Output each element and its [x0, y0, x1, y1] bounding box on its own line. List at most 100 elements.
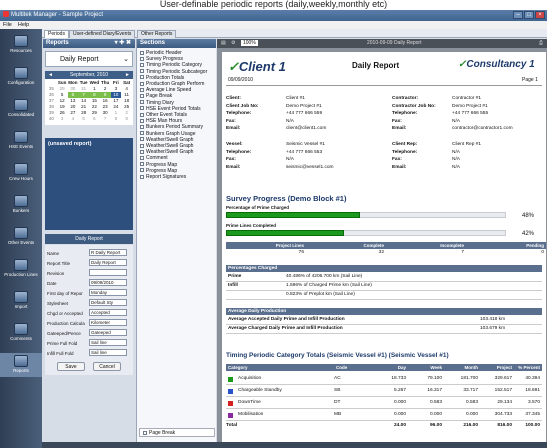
section-label: Weather/Swell Graph [146, 149, 194, 156]
nav-label: Configuration [7, 80, 35, 85]
section-item[interactable]: Weather/Swell Graph [140, 149, 193, 155]
nav-item-6[interactable]: Other Events [0, 225, 42, 249]
nav-item-2[interactable]: Consolidated [0, 97, 42, 121]
section-label: Periodic Header [146, 50, 182, 56]
calendar-day[interactable]: 7 [100, 116, 111, 122]
section-item[interactable]: Page Break [140, 93, 172, 99]
property-value[interactable] [89, 269, 127, 276]
tab-other-reports[interactable]: Other Reports [137, 30, 177, 38]
property-value[interactable]: Gateeped [89, 329, 127, 336]
property-value[interactable]: Daily Report [89, 259, 127, 266]
property-value[interactable]: Sail line [89, 349, 127, 356]
info-label: Client Job No: [226, 103, 259, 109]
nav-item-10[interactable]: Reports [0, 353, 42, 377]
save-button[interactable]: Save [57, 362, 85, 371]
section-item[interactable]: Timing Diary [140, 100, 174, 106]
calendar-day[interactable]: 6 [89, 116, 100, 122]
page-number: Page 1 [522, 77, 538, 83]
nav-item-0[interactable]: Resources [0, 33, 42, 57]
section-checkbox[interactable] [140, 106, 144, 111]
maximize-icon[interactable]: □ [524, 11, 534, 19]
info-label: Email: [226, 126, 241, 131]
next-month-icon[interactable]: ► [125, 71, 130, 79]
section-checkbox[interactable] [140, 149, 144, 154]
calendar-day[interactable]: 5 [78, 116, 89, 122]
section-item[interactable]: Bunkers Graph Usage [140, 131, 195, 137]
nav-item-3[interactable]: HSE Events [0, 129, 42, 153]
minimize-icon[interactable]: – [513, 11, 523, 19]
property-value[interactable]: Accepted [89, 309, 127, 316]
section-item[interactable]: Comment [140, 155, 168, 161]
section-checkbox[interactable] [140, 50, 144, 55]
section-checkbox[interactable] [140, 118, 144, 123]
prev-month-icon[interactable]: ◄ [48, 71, 53, 79]
section-checkbox[interactable] [140, 174, 144, 179]
section-item[interactable]: Production Totals [140, 75, 184, 81]
nav-item-1[interactable]: Configuration [0, 65, 42, 89]
section-item[interactable]: Production Graph Perform [140, 81, 204, 87]
report-selector[interactable]: Daily Report ⌄ [45, 51, 133, 67]
section-checkbox[interactable] [140, 137, 144, 142]
window-controls: – □ × [513, 11, 545, 19]
section-item[interactable]: Progress Map [140, 162, 177, 168]
calendar-day[interactable]: 3 [57, 116, 68, 122]
section-item[interactable]: Survey Progress [140, 56, 183, 62]
section-item[interactable]: Weather/Swell Graph [140, 137, 193, 143]
section-checkbox[interactable] [140, 56, 144, 61]
property-value[interactable]: Kilometer [89, 319, 127, 326]
property-value[interactable]: Default Sty [89, 299, 127, 306]
section-checkbox[interactable] [140, 131, 144, 136]
reports-toolbar-icons[interactable]: ▾ ✚ ✖ [115, 39, 131, 48]
toolbar-settings-icon[interactable]: ⚙ [231, 39, 235, 48]
calendar-day[interactable]: 8 [111, 116, 122, 122]
section-checkbox[interactable] [140, 100, 144, 105]
property-value[interactable]: Sail line [89, 339, 127, 346]
section-checkbox[interactable] [140, 63, 144, 68]
section-item[interactable]: HSE Man Hours [140, 118, 182, 124]
section-item[interactable]: Periodic Header [140, 50, 182, 56]
section-checkbox[interactable] [140, 125, 144, 130]
section-item[interactable]: Other Event Totals [140, 112, 187, 118]
section-item[interactable]: Report Signatures [140, 174, 186, 180]
section-item[interactable]: Progress Map [140, 168, 177, 174]
section-checkbox[interactable] [140, 69, 144, 74]
section-checkbox[interactable] [140, 75, 144, 80]
calendar-day[interactable]: 9 [121, 116, 132, 122]
nav-item-8[interactable]: Import [0, 289, 42, 313]
menu-file[interactable]: File [3, 22, 12, 28]
nav-item-9[interactable]: Comments [0, 321, 42, 345]
timing-header: Code [334, 364, 372, 371]
unsaved-report-item[interactable]: (unsaved report) [45, 138, 133, 230]
calendar-day[interactable]: 4 [68, 116, 79, 122]
section-item[interactable]: Timing Periodic Category [140, 62, 202, 68]
nav-item-7[interactable]: Production Lines [0, 257, 42, 281]
nav-item-4[interactable]: Crew Hours [0, 161, 42, 185]
section-checkbox[interactable] [140, 94, 144, 99]
zoom-select[interactable]: 100% [241, 40, 258, 46]
print-icon[interactable]: ⎙ [539, 39, 543, 48]
tab-user-defined[interactable]: User-defined Diary/Events [69, 30, 136, 38]
section-checkbox[interactable] [140, 112, 144, 117]
tab-periods[interactable]: Periods [44, 30, 69, 38]
section-checkbox[interactable] [140, 162, 144, 167]
page-break-checkbox[interactable] [143, 430, 147, 435]
section-checkbox[interactable] [140, 87, 144, 92]
section-checkbox[interactable] [140, 156, 144, 161]
property-value[interactable]: R Daily Report [89, 249, 127, 256]
section-item[interactable]: Timing Periodic Subcategor [140, 69, 207, 75]
property-value[interactable]: 09/09/2010 [89, 279, 127, 286]
section-item[interactable]: Average Line Speed [140, 87, 191, 93]
menu-help[interactable]: Help [18, 22, 29, 28]
section-checkbox[interactable] [140, 168, 144, 173]
section-item[interactable]: Weather/Swell Graph [140, 143, 193, 149]
section-checkbox[interactable] [140, 81, 144, 86]
section-item[interactable]: Bunkers Period Summary [140, 124, 203, 130]
section-checkbox[interactable] [140, 143, 144, 148]
property-value[interactable]: Monday [89, 289, 127, 296]
nav-item-5[interactable]: Bunkers [0, 193, 42, 217]
toolbar-menu-icon[interactable]: ▤ [221, 39, 226, 48]
page-break-item[interactable]: Page Break [139, 428, 215, 437]
close-icon[interactable]: × [535, 11, 545, 19]
section-item[interactable]: HSE Event Period Totals [140, 106, 201, 112]
cancel-button[interactable]: Cancel [93, 362, 121, 371]
